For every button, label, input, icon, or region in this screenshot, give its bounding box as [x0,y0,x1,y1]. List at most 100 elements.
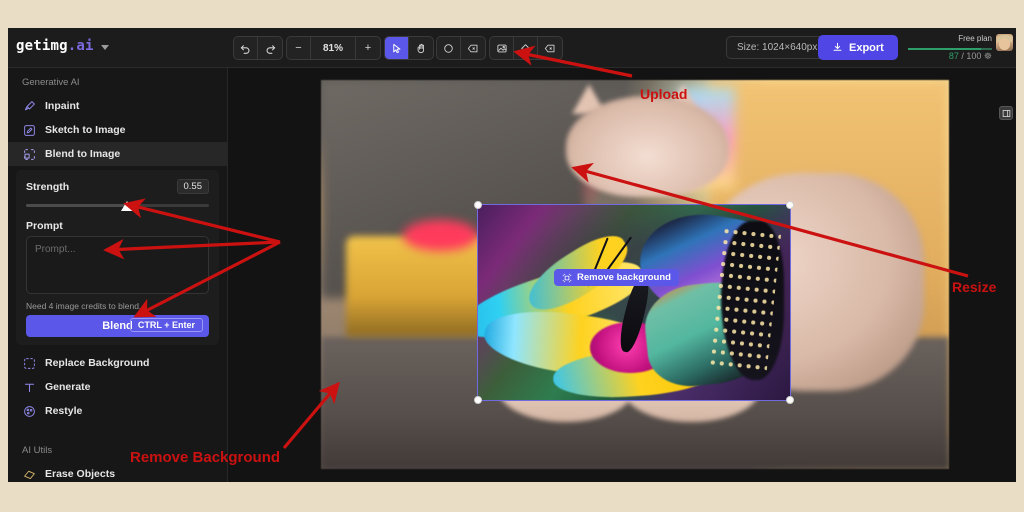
blend-button-label: Blend [102,320,133,332]
left-sidebar: Generative AI Inpaint Sketch to Image Bl… [8,68,228,482]
prompt-label: Prompt [26,220,63,232]
bg-taxi-light [402,220,478,252]
chevron-down-icon[interactable] [100,44,109,50]
sidebar-item-label: Restyle [45,405,83,417]
tag-icon [467,43,479,54]
sidebar-item-restyle[interactable]: Restyle [8,399,227,423]
remove-background-button[interactable]: Remove background [554,269,679,286]
sidebar-item-generate[interactable]: Generate [8,375,227,399]
app-window: getimg.ai − 81% + Size: 1024×640px Expor… [8,28,1016,482]
remove-background-label: Remove background [577,272,671,283]
circle-icon [443,43,454,54]
top-toolbar: getimg.ai − 81% + Size: 1024×640px Expor… [8,28,1016,68]
canvas-area[interactable]: Remove background [229,68,1016,482]
label-tool-button[interactable] [538,37,562,59]
sidebar-item-inpaint[interactable]: Inpaint [8,94,227,118]
hand-tool-button[interactable] [409,37,433,59]
sidebar-item-sketch-to-image[interactable]: Sketch to Image [8,118,227,142]
brand-name: getimg [16,38,68,54]
resize-handle-top-left[interactable] [474,201,482,209]
credits-progress-bar [908,48,992,50]
tag-tool-button[interactable] [461,37,485,59]
avatar-face [999,38,1010,50]
pointer-tool-group [384,36,434,60]
sidebar-item-label: Erase Objects [45,468,116,480]
history-tool-group [233,36,283,60]
sidebar-item-label: Replace Background [45,357,150,369]
bg-cat-head [565,95,730,197]
sidebar-item-erase-objects[interactable]: Erase Objects [8,462,227,482]
prompt-placeholder: Prompt... [35,244,76,255]
plan-label: Free plan [958,34,992,43]
avatar[interactable] [996,34,1013,51]
export-button[interactable]: Export [818,35,898,60]
blend-button[interactable]: Blend CTRL + Enter [26,315,209,337]
remove-background-icon [562,273,572,283]
brand-suffix: .ai [67,38,94,54]
strength-slider[interactable] [26,201,209,211]
pencil-square-icon [22,123,36,137]
blend-icon [22,147,36,161]
credits-separator: / [961,51,964,61]
redo-button[interactable] [258,37,282,59]
strength-field: Strength 0.55 [22,176,213,198]
export-label: Export [849,41,884,54]
canvas-size-display[interactable]: Size: 1024×640px [726,36,829,59]
selected-image-layer[interactable] [474,201,794,404]
zoom-level-display[interactable]: 81% [311,37,356,59]
palette-icon [22,404,36,418]
zoom-out-button[interactable]: − [287,37,311,59]
sidebar-item-label: Blend to Image [45,148,121,160]
blend-shortcut-badge: CTRL + Enter [129,318,203,332]
plan-credits-widget[interactable]: Free plan 87 / 100 ☸ [908,34,992,64]
slider-thumb[interactable] [120,201,133,211]
sidebar-item-blend-to-image[interactable]: Blend to Image [8,142,227,166]
brand-menu[interactable]: getimg.ai [16,38,109,54]
sidebar-item-replace-background[interactable]: Replace Background [8,351,227,375]
slider-fill [26,204,127,207]
credits-total: 100 [966,51,982,61]
text-generate-icon [22,380,36,394]
brush-icon [22,99,36,113]
eraser-icon [22,467,36,481]
sidebar-section-ai-utils: AI Utils [22,445,53,456]
zoom-in-button[interactable]: + [356,37,380,59]
resize-handle-bottom-left[interactable] [474,396,482,404]
blend-options-panel: Strength 0.55 Prompt Prompt... Need 4 im… [16,170,219,345]
sidebar-item-label: Sketch to Image [45,124,126,136]
image-upload-icon [496,43,508,54]
zoom-tool-group: − 81% + [286,36,381,60]
strength-label: Strength [26,180,70,193]
redo-icon [265,43,276,54]
resize-handle-bottom-right[interactable] [786,396,794,404]
prompt-input[interactable]: Prompt... [26,236,209,294]
credits-counter: 87 / 100 ☸ [949,51,992,62]
panel-toggle-icon[interactable] [999,106,1013,120]
insert-tool-group [489,36,563,60]
select-tool-button[interactable] [385,37,409,59]
sidebar-section-generative: Generative AI [22,77,80,88]
blend-credits-note: Need 4 image credits to blend. [26,301,142,311]
zoom-out-label: − [295,42,302,54]
undo-icon [240,43,251,54]
download-icon [832,42,843,53]
upload-image-button[interactable] [490,37,514,59]
brand-logo: getimg.ai [16,38,94,54]
hand-icon [416,43,427,54]
zoom-level-value: 81% [322,42,343,54]
sidebar-item-label: Generate [45,381,91,393]
ellipse-tool-button[interactable] [437,37,461,59]
tag-icon [544,43,556,54]
strength-value[interactable]: 0.55 [176,179,209,194]
shape-diamond-button[interactable] [514,37,538,59]
resize-handle-top-right[interactable] [786,201,794,209]
diamond-icon [520,43,531,54]
credits-icon: ☸ [983,51,992,61]
canvas-size-label: Size: 1024×640px [737,42,818,53]
butterfly-image[interactable] [477,204,791,401]
undo-button[interactable] [234,37,258,59]
credits-used: 87 [948,51,959,61]
cursor-icon [391,43,402,54]
shape-tool-group [436,36,486,60]
replace-background-icon [22,356,36,370]
